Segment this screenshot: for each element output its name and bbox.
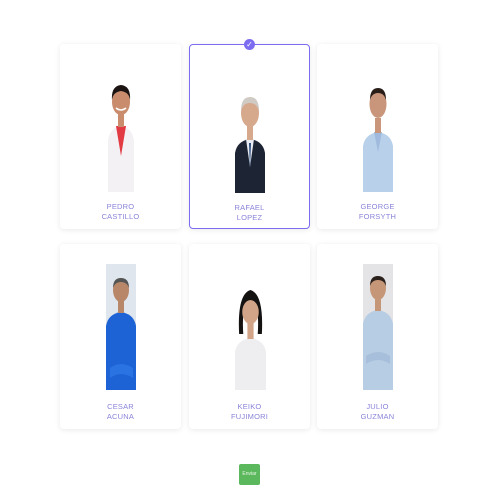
candidate-first-name: PEDRO	[106, 202, 135, 211]
candidate-first-name: JULIO	[366, 402, 389, 411]
candidate-card-acuna[interactable]: CESAR ACUNA	[60, 244, 181, 429]
candidate-first-name: GEORGE	[360, 202, 395, 211]
candidate-name: JULIO GUZMAN	[317, 402, 438, 422]
candidate-last-name: CASTILLO	[101, 212, 140, 221]
check-icon: ✓	[244, 39, 255, 50]
candidate-photo	[234, 67, 265, 193]
candidate-last-name: ACUNA	[106, 412, 135, 421]
candidate-first-name: KEIKO	[237, 402, 262, 411]
candidate-photo	[105, 66, 136, 192]
candidate-photo	[234, 264, 266, 390]
candidate-last-name: GUZMAN	[360, 412, 395, 421]
candidate-photo	[362, 264, 393, 390]
submit-button[interactable]: Enviar	[239, 464, 260, 485]
candidate-card-guzman[interactable]: JULIO GUZMAN	[317, 244, 438, 429]
candidate-name: CESAR ACUNA	[60, 402, 181, 422]
candidate-last-name: FUJIMORI	[230, 412, 268, 421]
candidate-name: GEORGE FORSYTH	[317, 202, 438, 222]
candidate-last-name: LOPEZ	[236, 213, 263, 222]
candidate-name: PEDRO CASTILLO	[60, 202, 181, 222]
candidate-photo	[362, 66, 393, 192]
candidate-first-name: CESAR	[107, 402, 134, 411]
candidate-card-fujimori[interactable]: KEIKO FUJIMORI	[189, 244, 310, 429]
candidate-card-lopez[interactable]: ✓ RAFAEL LOPEZ	[189, 39, 310, 229]
candidate-name: RAFAEL LOPEZ	[190, 203, 309, 223]
candidate-last-name: FORSYTH	[358, 212, 397, 221]
candidate-card-castillo[interactable]: PEDRO CASTILLO	[60, 44, 181, 229]
candidate-card-forsyth[interactable]: GEORGE FORSYTH	[317, 44, 438, 229]
candidate-first-name: RAFAEL	[234, 203, 265, 212]
candidate-grid: PEDRO CASTILLO ✓ RAFAEL LOPEZ GEORGE FOR…	[60, 39, 440, 430]
candidate-photo	[105, 264, 136, 390]
candidate-name: KEIKO FUJIMORI	[189, 402, 310, 422]
